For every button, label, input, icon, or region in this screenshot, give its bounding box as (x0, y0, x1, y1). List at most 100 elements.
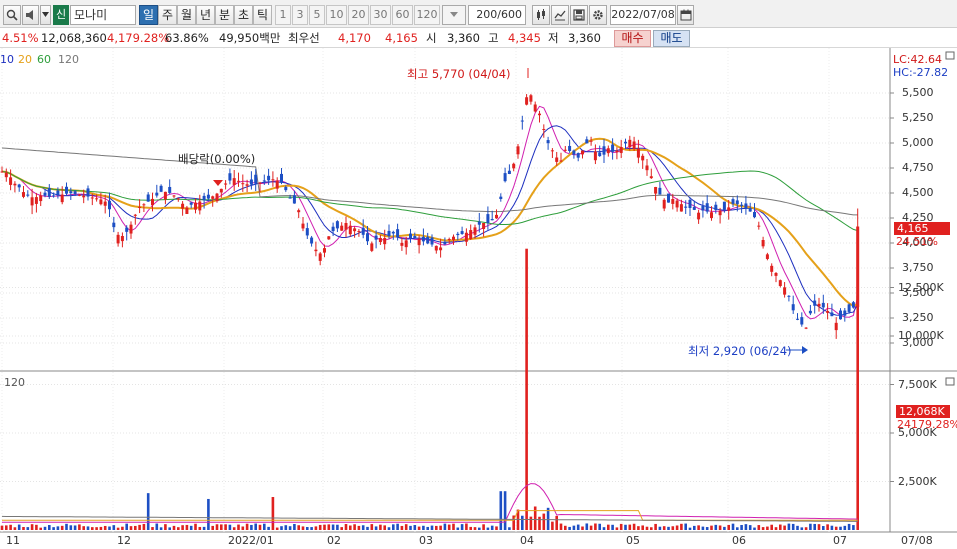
candle-body (254, 174, 258, 184)
tick-10-button[interactable]: 10 (326, 5, 347, 25)
volume-tick-label: 10,000K (898, 329, 944, 342)
candle-body (262, 180, 266, 182)
tick-custom-dropdown[interactable] (442, 5, 466, 25)
volume-bar (151, 527, 154, 530)
candle-body (374, 235, 378, 240)
tick-1-button[interactable]: 1 (275, 5, 291, 25)
date-field[interactable]: 2022/07/08 (610, 5, 676, 25)
volume-bar (344, 524, 348, 530)
period-month-button[interactable]: 월 (177, 5, 196, 25)
volume-bar (847, 523, 851, 530)
volume-value: 12,068,360 (41, 31, 107, 45)
candle-body (568, 145, 572, 151)
candle-body (353, 228, 357, 232)
candle-body (765, 254, 769, 259)
candle-body (245, 184, 249, 186)
date-tick-label: 04 (520, 534, 534, 547)
candle-body (787, 295, 791, 297)
volume-bar (374, 526, 378, 530)
volume-bar (5, 525, 8, 530)
volume-bar (499, 491, 503, 530)
period-week-button[interactable]: 주 (158, 5, 177, 25)
candle-body (770, 265, 774, 272)
candle-body (146, 194, 150, 202)
candle-body (460, 231, 464, 234)
sell-button[interactable]: 매도 (653, 30, 690, 47)
ma20-line (1, 137, 859, 308)
speaker-toggle-button[interactable] (22, 5, 39, 25)
volume-bar (460, 524, 464, 530)
volume-bar (39, 527, 42, 530)
current-volume-label: 12,068K (896, 405, 950, 418)
candle-body (757, 225, 761, 227)
volume-bar (43, 526, 47, 530)
tick-3-button[interactable]: 3 (292, 5, 308, 25)
candle-body (280, 173, 283, 183)
volume-bar (134, 525, 137, 530)
settings-button[interactable] (589, 5, 607, 25)
calendar-button[interactable] (677, 5, 694, 25)
volume-bar (271, 497, 275, 530)
candle-body (516, 146, 520, 155)
volume-bar (443, 523, 447, 530)
tick-20-button[interactable]: 20 (348, 5, 369, 25)
period-tick-button[interactable]: 틱 (253, 5, 272, 25)
date-tick-label: 06 (732, 534, 746, 547)
volume-bar (761, 527, 765, 530)
stock-dropdown-button[interactable] (40, 5, 51, 25)
volume-bar (770, 524, 773, 530)
period-day-button[interactable]: 일 (139, 5, 158, 25)
date-tick-label: 07/08 (901, 534, 933, 547)
period-minute-button[interactable]: 분 (215, 5, 234, 25)
candle-body (400, 242, 404, 246)
tick-30-button[interactable]: 30 (370, 5, 391, 25)
period-year-button[interactable]: 년 (196, 5, 215, 25)
candle-body (391, 231, 395, 234)
stock-chart[interactable] (0, 48, 957, 549)
candle-body (834, 322, 838, 331)
volume-bar (465, 523, 468, 530)
chart-type-button[interactable] (532, 5, 550, 25)
indicator-button[interactable] (551, 5, 569, 25)
high-label: 고 (488, 31, 499, 45)
open-price: 3,360 (447, 31, 480, 45)
volume-bar (263, 523, 266, 530)
volume-bar (361, 525, 365, 530)
volume-bar (353, 524, 356, 530)
save-button[interactable] (570, 5, 588, 25)
volume-bar (456, 527, 460, 530)
candle-body (30, 197, 34, 206)
current-change-label: 24.51% (896, 235, 938, 248)
volume-bar (280, 526, 283, 530)
volume-bar (112, 525, 116, 530)
tick-120-button[interactable]: 120 (414, 5, 440, 25)
buy-button[interactable]: 매수 (614, 30, 651, 47)
volume-bar (159, 527, 163, 530)
candle-body (439, 247, 443, 251)
volume-bar (60, 525, 64, 530)
volume-bar (796, 525, 799, 530)
volume-bar (52, 527, 55, 530)
tick-60-button[interactable]: 60 (392, 5, 413, 25)
candle-body (675, 200, 679, 208)
volume-bar (400, 525, 404, 530)
stock-name-field[interactable]: 모나미 (70, 5, 136, 25)
tick-5-button[interactable]: 5 (309, 5, 325, 25)
volume-bar (146, 493, 150, 530)
volume-bar (723, 526, 726, 530)
candle-body (151, 198, 154, 206)
period-second-button[interactable]: 초 (234, 5, 253, 25)
volume-bar (426, 526, 429, 530)
date-tick-label: 05 (626, 534, 640, 547)
candle-body (753, 211, 756, 218)
search-button[interactable] (3, 5, 21, 25)
candle-body (507, 170, 511, 174)
data-count-field[interactable]: 200/600 (468, 5, 526, 25)
candle-body (155, 192, 159, 196)
volume-bar (288, 526, 292, 530)
volume-bar (809, 523, 812, 530)
volume-bar (632, 523, 636, 530)
volume-bar (478, 527, 481, 530)
candle-body (710, 212, 713, 219)
volume-bar (753, 527, 756, 530)
